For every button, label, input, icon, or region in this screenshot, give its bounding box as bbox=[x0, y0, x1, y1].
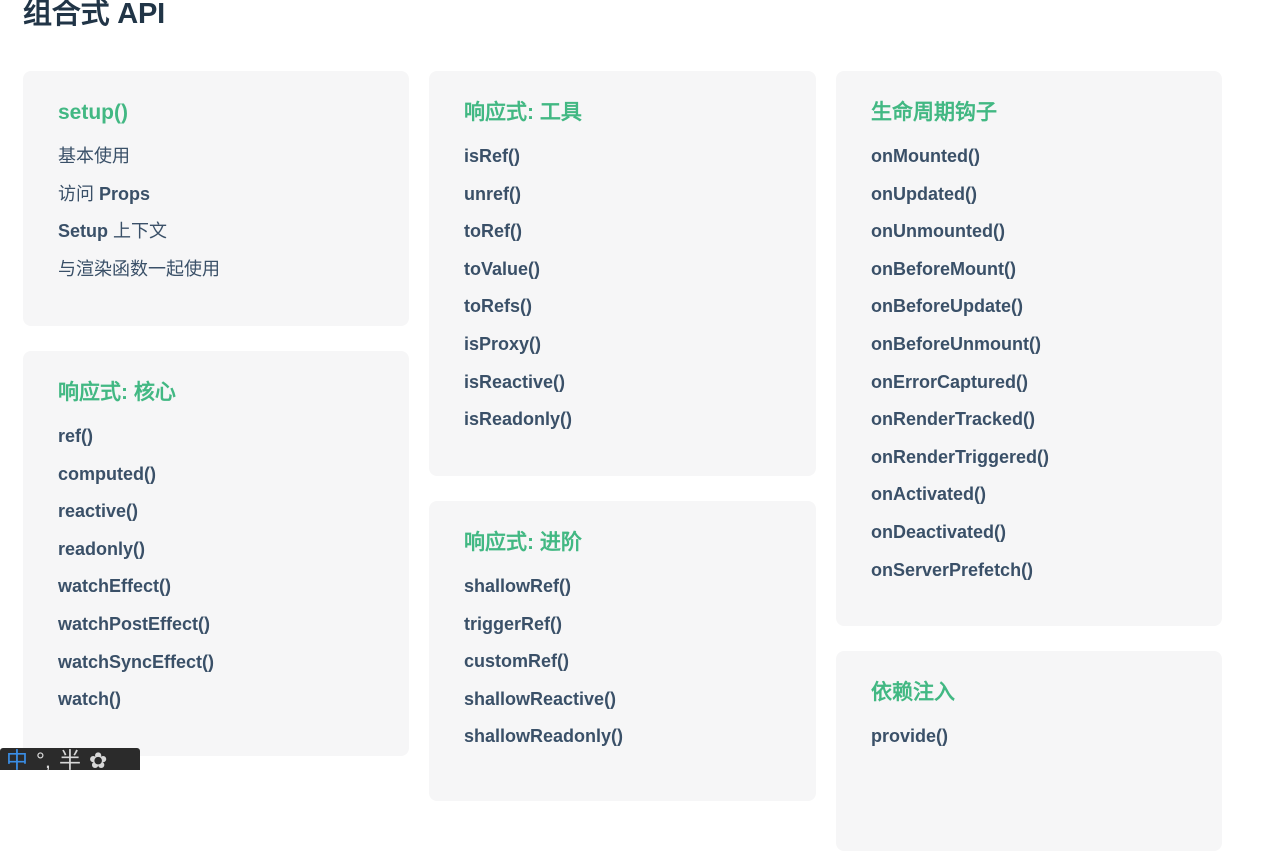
link-on-deactivated[interactable]: onDeactivated() bbox=[871, 522, 1006, 542]
list-item: isReadonly() bbox=[464, 408, 782, 446]
list-item: shallowReactive() bbox=[464, 688, 782, 726]
list-item: onMounted() bbox=[871, 145, 1188, 183]
link-on-render-tracked[interactable]: onRenderTracked() bbox=[871, 409, 1035, 429]
list-item: watchPostEffect() bbox=[58, 613, 375, 651]
link-text: 访问 bbox=[58, 183, 100, 204]
link-basic-usage[interactable]: 基本使用 bbox=[58, 146, 130, 166]
card-lifecycle-hooks: 生命周期钩子 onMounted() onUpdated() onUnmount… bbox=[836, 71, 1222, 626]
list-item: onBeforeMount() bbox=[871, 258, 1188, 296]
link-to-refs[interactable]: toRefs() bbox=[464, 296, 532, 316]
link-is-proxy[interactable]: isProxy() bbox=[464, 334, 541, 354]
list-item: onUnmounted() bbox=[871, 220, 1188, 258]
link-text-strong: Setup bbox=[58, 221, 109, 242]
link-on-render-triggered[interactable]: onRenderTriggered() bbox=[871, 447, 1049, 467]
list-item: watchSyncEffect() bbox=[58, 651, 375, 689]
list-item: ref() bbox=[58, 425, 375, 463]
link-to-value[interactable]: toValue() bbox=[464, 259, 540, 279]
link-unref[interactable]: unref() bbox=[464, 184, 521, 204]
card-dependency-injection: 依赖注入 provide() bbox=[836, 651, 1222, 851]
list-item: computed() bbox=[58, 463, 375, 501]
link-on-error-captured[interactable]: onErrorCaptured() bbox=[871, 372, 1028, 392]
link-text: 上下文 bbox=[108, 221, 168, 242]
list-item: toRef() bbox=[464, 220, 782, 258]
link-watch-post-effect[interactable]: watchPostEffect() bbox=[58, 614, 210, 634]
list-item: onBeforeUpdate() bbox=[871, 295, 1188, 333]
link-ref[interactable]: ref() bbox=[58, 426, 93, 446]
link-shallow-ref[interactable]: shallowRef() bbox=[464, 576, 571, 596]
link-text-strong: Props bbox=[99, 183, 151, 204]
link-is-reactive[interactable]: isReactive() bbox=[464, 372, 565, 392]
link-shallow-reactive[interactable]: shallowReactive() bbox=[464, 689, 616, 709]
list-item: customRef() bbox=[464, 650, 782, 688]
list-item: shallowRef() bbox=[464, 575, 782, 613]
list-item: 访问 Props bbox=[58, 183, 375, 221]
list-item: readonly() bbox=[58, 538, 375, 576]
list-item: Setup 上下文 bbox=[58, 220, 375, 258]
link-list: onMounted() onUpdated() onUnmounted() on… bbox=[871, 145, 1188, 596]
card-title-reactivity-utilities: 响应式: 工具 bbox=[464, 101, 582, 124]
link-on-activated[interactable]: onActivated() bbox=[871, 484, 986, 504]
list-item: onServerPrefetch() bbox=[871, 559, 1188, 597]
link-accessing-props[interactable]: 访问 Props bbox=[58, 184, 150, 204]
link-list: provide() bbox=[871, 725, 1188, 763]
link-computed[interactable]: computed() bbox=[58, 464, 156, 484]
list-item: shallowReadonly() bbox=[464, 725, 782, 763]
list-item: triggerRef() bbox=[464, 613, 782, 651]
link-custom-ref[interactable]: customRef() bbox=[464, 651, 569, 671]
list-item: toRefs() bbox=[464, 295, 782, 333]
link-watch[interactable]: watch() bbox=[58, 689, 121, 709]
list-item: toValue() bbox=[464, 258, 782, 296]
card-title-reactivity-advanced: 响应式: 进阶 bbox=[464, 531, 582, 554]
card-reactivity-advanced: 响应式: 进阶 shallowRef() triggerRef() custom… bbox=[429, 501, 816, 801]
card-reactivity-utilities: 响应式: 工具 isRef() unref() toRef() toValue(… bbox=[429, 71, 816, 476]
link-on-updated[interactable]: onUpdated() bbox=[871, 184, 977, 204]
link-readonly[interactable]: readonly() bbox=[58, 539, 145, 559]
list-item: onErrorCaptured() bbox=[871, 371, 1188, 409]
card-title-dependency-injection: 依赖注入 bbox=[871, 681, 955, 704]
link-is-readonly[interactable]: isReadonly() bbox=[464, 409, 572, 429]
card-title-reactivity-core: 响应式: 核心 bbox=[58, 381, 176, 404]
link-provide[interactable]: provide() bbox=[871, 726, 948, 746]
link-reactive[interactable]: reactive() bbox=[58, 501, 138, 521]
card-title-lifecycle-hooks: 生命周期钩子 bbox=[871, 101, 997, 124]
list-item: 与渲染函数一起使用 bbox=[58, 258, 375, 296]
link-list: ref() computed() reactive() readonly() w… bbox=[58, 425, 375, 726]
link-to-ref[interactable]: toRef() bbox=[464, 221, 522, 241]
list-item: onActivated() bbox=[871, 483, 1188, 521]
list-item: provide() bbox=[871, 725, 1188, 763]
link-on-unmounted[interactable]: onUnmounted() bbox=[871, 221, 1005, 241]
card-title-setup: setup() bbox=[58, 101, 128, 124]
link-list: shallowRef() triggerRef() customRef() sh… bbox=[464, 575, 782, 763]
page-title: 组合式 API bbox=[23, 0, 166, 30]
list-item: isProxy() bbox=[464, 333, 782, 371]
link-on-before-mount[interactable]: onBeforeMount() bbox=[871, 259, 1016, 279]
link-watch-effect[interactable]: watchEffect() bbox=[58, 576, 171, 596]
list-item: onBeforeUnmount() bbox=[871, 333, 1188, 371]
list-item: onUpdated() bbox=[871, 183, 1188, 221]
link-render-functions[interactable]: 与渲染函数一起使用 bbox=[58, 259, 220, 279]
card-setup: setup() 基本使用 访问 Props Setup 上下文 与渲染函数一起使… bbox=[23, 71, 409, 326]
link-list: isRef() unref() toRef() toValue() toRefs… bbox=[464, 145, 782, 446]
list-item: isReactive() bbox=[464, 371, 782, 409]
list-item: unref() bbox=[464, 183, 782, 221]
link-is-ref[interactable]: isRef() bbox=[464, 146, 520, 166]
list-item: 基本使用 bbox=[58, 145, 375, 183]
link-on-server-prefetch[interactable]: onServerPrefetch() bbox=[871, 560, 1033, 580]
link-shallow-readonly[interactable]: shallowReadonly() bbox=[464, 726, 623, 746]
list-item: watch() bbox=[58, 688, 375, 726]
link-setup-context[interactable]: Setup 上下文 bbox=[58, 221, 167, 241]
list-item: isRef() bbox=[464, 145, 782, 183]
link-list: 基本使用 访问 Props Setup 上下文 与渲染函数一起使用 bbox=[58, 145, 375, 295]
list-item: reactive() bbox=[58, 500, 375, 538]
list-item: onRenderTriggered() bbox=[871, 446, 1188, 484]
link-on-before-unmount[interactable]: onBeforeUnmount() bbox=[871, 334, 1041, 354]
card-reactivity-core: 响应式: 核心 ref() computed() reactive() read… bbox=[23, 351, 409, 756]
link-on-before-update[interactable]: onBeforeUpdate() bbox=[871, 296, 1023, 316]
link-on-mounted[interactable]: onMounted() bbox=[871, 146, 980, 166]
list-item: onDeactivated() bbox=[871, 521, 1188, 559]
list-item: watchEffect() bbox=[58, 575, 375, 613]
list-item: onRenderTracked() bbox=[871, 408, 1188, 446]
link-trigger-ref[interactable]: triggerRef() bbox=[464, 614, 562, 634]
link-watch-sync-effect[interactable]: watchSyncEffect() bbox=[58, 652, 214, 672]
